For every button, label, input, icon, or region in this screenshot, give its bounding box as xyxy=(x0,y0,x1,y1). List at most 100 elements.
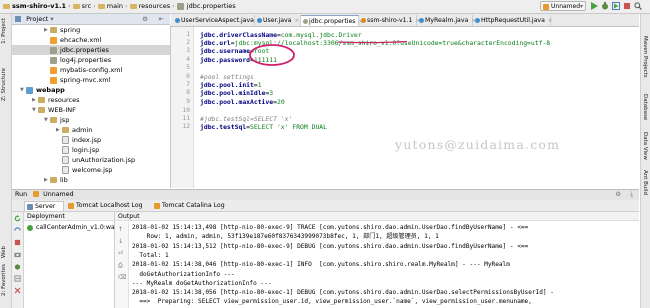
code-line[interactable]: #pool settings xyxy=(200,73,254,81)
tool-tab-project[interactable]: 1: Project xyxy=(1,18,7,44)
editor-tab[interactable]: ssm-shiro-v1.1 × xyxy=(359,15,420,26)
tab-localhost-log[interactable]: Tomcat Localhost Log xyxy=(66,201,150,211)
print-icon[interactable]: ⎙ xyxy=(118,262,123,270)
tab-server[interactable]: Server xyxy=(24,201,64,211)
folder-icon xyxy=(38,107,45,113)
scroll-down-icon[interactable]: ↓ xyxy=(118,238,123,245)
code-line[interactable]: jdbc.testSql=SELECT 'x' FROM DUAL xyxy=(200,123,327,131)
tool-tab-structure[interactable]: Z: Structure xyxy=(1,68,7,101)
close-icon[interactable]: × xyxy=(548,18,553,24)
code-line[interactable]: jdbc.pool.maxActive=20 xyxy=(200,98,285,106)
project-panel-title[interactable]: Project xyxy=(26,15,48,23)
editor-tab[interactable]: MyRealm.java × xyxy=(417,15,476,26)
rerun-icon[interactable] xyxy=(14,215,21,222)
close-icon[interactable]: × xyxy=(294,18,299,24)
tree-item[interactable]: log4j.properties xyxy=(12,55,170,65)
code-line[interactable]: jdbc.driverClassName=com.mysql.jdbc.Driv… xyxy=(200,31,362,39)
breadcrumb-project[interactable]: ssm-shiro-v1.1 xyxy=(12,2,66,11)
tree-item-label: webapp xyxy=(36,86,65,94)
scroll-up-icon[interactable]: ↑ xyxy=(118,226,123,233)
tree-item[interactable]: ehcache.xml xyxy=(12,35,170,45)
property-value: 20 xyxy=(276,98,285,106)
tree-item-label: mybatis-config.xml xyxy=(60,66,123,74)
editor-tab-label: jdbc.properties xyxy=(309,18,356,25)
run-config-select[interactable]: Unnamed ▾ xyxy=(540,1,586,11)
line-number: 11 xyxy=(182,115,190,122)
tool-tab-database[interactable]: Database xyxy=(642,94,648,120)
line-number: 5 xyxy=(186,64,190,71)
tree-item[interactable]: ▼ WEB-INF xyxy=(12,105,170,115)
tab-catalina-log[interactable]: Tomcat Catalina Log xyxy=(152,201,234,211)
property-key: jdbc.username xyxy=(200,47,251,55)
search-icon[interactable] xyxy=(634,2,642,10)
tree-item-label: unAuthorization.jsp xyxy=(72,156,136,164)
run-config-name[interactable]: Unnamed xyxy=(43,191,73,198)
tree-item[interactable]: ▶ resources xyxy=(12,95,170,105)
breadcrumb-src[interactable]: src xyxy=(82,2,92,11)
deployment-item[interactable]: callCenterAdmin_v1.0:war xyxy=(27,224,117,231)
run-tabs: Server Tomcat Localhost Log Tomcat Catal… xyxy=(12,200,639,212)
debug-icon[interactable] xyxy=(601,2,609,10)
run-icon[interactable] xyxy=(590,2,598,10)
settings-icon[interactable]: ⚙ xyxy=(615,190,621,200)
tree-item[interactable]: welcome.jsp xyxy=(12,165,170,175)
stop-icon[interactable] xyxy=(623,2,631,10)
tree-item[interactable]: spring-mvc.xml xyxy=(12,75,170,85)
editor-tab[interactable]: User.java × xyxy=(255,15,301,26)
stop-icon[interactable] xyxy=(14,239,21,246)
deploy-icon[interactable] xyxy=(14,275,21,282)
tool-tab-web[interactable]: Web xyxy=(1,246,7,258)
clear-all-icon[interactable]: ⌫ xyxy=(118,274,126,281)
tool-tab-dataview[interactable]: Data View xyxy=(642,132,648,160)
file-type-icon xyxy=(419,18,424,23)
chevron-down-icon: ▾ xyxy=(579,3,583,10)
editor-tab[interactable]: jdbc.properties× xyxy=(301,15,363,26)
close-icon[interactable] xyxy=(14,287,21,294)
tree-item[interactable]: mybatis-config.xml xyxy=(12,65,170,75)
property-key: jdbc.pool.init xyxy=(200,81,254,89)
property-key: jdbc.url xyxy=(200,39,231,47)
breadcrumb-main[interactable]: main xyxy=(107,2,123,11)
debug-icon[interactable] xyxy=(14,263,21,270)
tree-item[interactable]: ▶ lib xyxy=(12,175,170,185)
deployed-status-icon xyxy=(27,224,33,231)
log-line: Total: 1 xyxy=(132,251,169,259)
tree-item[interactable]: unAuthorization.jsp xyxy=(12,155,170,165)
coverage-icon[interactable] xyxy=(612,2,620,10)
folder-icon xyxy=(97,4,105,9)
update-icon[interactable] xyxy=(14,227,21,234)
editor-tab[interactable]: UserServiceAspect.java× xyxy=(173,15,262,26)
settings-icon[interactable]: ⚙ xyxy=(142,14,148,24)
tree-item-label: WEB-INF xyxy=(48,106,76,114)
breadcrumb-resources[interactable]: resources xyxy=(139,2,171,11)
tree-item[interactable]: index.jsp xyxy=(12,135,170,145)
code-line[interactable]: jdbc.pool.minIdle=3 xyxy=(200,89,273,97)
tree-item[interactable]: login.jsp xyxy=(12,145,170,155)
chevron-down-icon[interactable]: ▾ xyxy=(50,15,53,23)
folder-icon xyxy=(38,97,45,103)
tool-tab-favorites[interactable]: 2: Favorites xyxy=(1,264,7,296)
editor-tab-bar: UserServiceAspect.java×User.java×jdbc.pr… xyxy=(171,14,639,27)
tree-item[interactable]: ▼ webapp xyxy=(12,85,170,95)
code-line[interactable]: jdbc.pool.init=1 xyxy=(200,81,262,89)
folder-icon xyxy=(3,4,10,9)
hide-panel-icon[interactable]: ⤓ xyxy=(630,190,633,200)
tree-item[interactable]: ▶ admin xyxy=(12,125,170,135)
tomcat-icon xyxy=(543,4,549,10)
tree-item[interactable]: ▼ jsp xyxy=(12,115,170,125)
tomcat-icon xyxy=(154,203,160,209)
breadcrumb-file[interactable]: jdbc.properties xyxy=(187,2,236,11)
soft-wrap-icon[interactable]: ⏎ xyxy=(118,250,123,257)
editor-tab[interactable]: HttpRequestUtil.java × xyxy=(473,15,553,26)
tool-tab-maven[interactable]: Maven Projects xyxy=(642,36,648,78)
chevron-right-icon: › xyxy=(172,2,175,10)
hide-panel-icon[interactable]: ⇤ xyxy=(159,14,164,24)
log-line: doGetAuthorizationInfo --- xyxy=(132,270,235,278)
tool-tab-ant[interactable]: Ant Build xyxy=(642,170,648,195)
tree-item-label: resources xyxy=(48,96,80,104)
code-line[interactable]: #jdbc.testSql=SELECT 'x' xyxy=(200,115,292,123)
tree-item[interactable]: jdbc.properties xyxy=(12,45,170,55)
camera-icon[interactable] xyxy=(14,251,21,258)
editor-tab-label: UserServiceAspect.java xyxy=(181,17,254,24)
tree-item[interactable]: ▶ spring xyxy=(12,25,170,35)
